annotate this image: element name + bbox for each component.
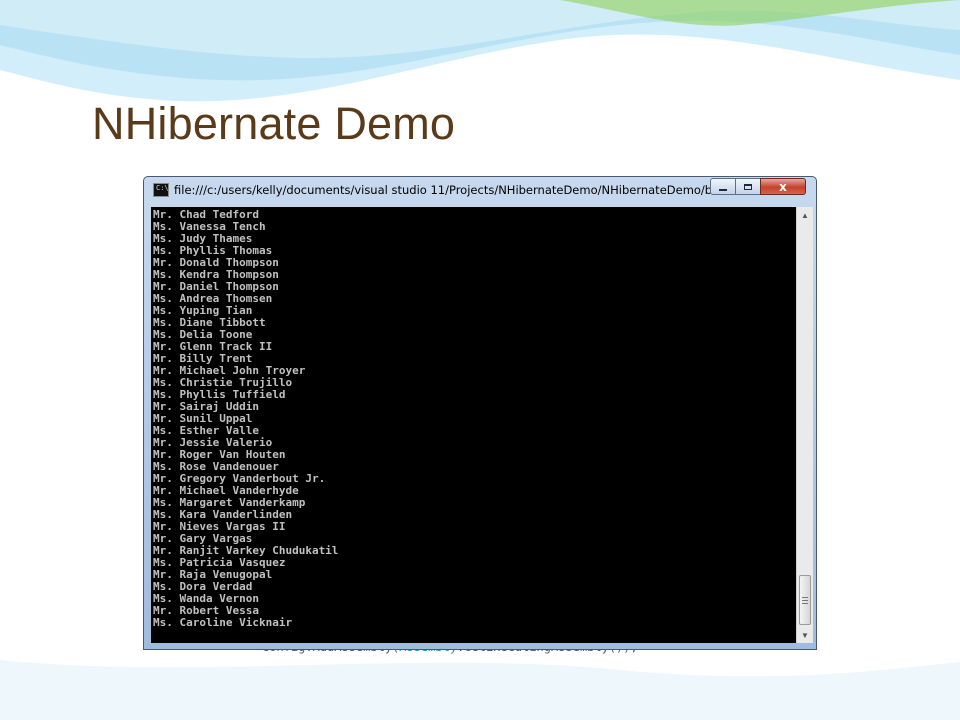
window-titlebar[interactable]: C:\ file:///c:/users/kelly/documents/vis… [144, 177, 816, 203]
slide-title: NHibernate Demo [92, 98, 456, 149]
close-icon: x [779, 179, 787, 194]
maximize-icon [744, 183, 752, 190]
minimize-icon [719, 188, 727, 191]
window-title: file:///c:/users/kelly/documents/visual … [174, 183, 714, 197]
console-app-icon[interactable]: C:\ [153, 183, 169, 197]
console-line: Ms. Caroline Vicknair [153, 616, 293, 629]
console-app-icon-label: C:\ [156, 184, 169, 192]
scroll-down-arrow-icon[interactable]: ▼ [797, 627, 813, 643]
scroll-up-arrow-icon[interactable]: ▲ [797, 207, 813, 223]
minimize-button[interactable] [710, 178, 736, 195]
vertical-scrollbar[interactable]: ▲ ▼ [796, 207, 813, 643]
console-window[interactable]: C:\ file:///c:/users/kelly/documents/vis… [143, 176, 817, 650]
scrollbar-thumb[interactable] [799, 575, 811, 625]
close-button[interactable]: x [760, 178, 806, 195]
console-output[interactable]: Mr. Chad Tedford Ms. Vanessa Tench Ms. Jud… [151, 207, 796, 643]
console-lines: Mr. Chad Tedford Ms. Vanessa Tench Ms. Jud… [151, 209, 338, 629]
maximize-button[interactable] [735, 178, 761, 195]
